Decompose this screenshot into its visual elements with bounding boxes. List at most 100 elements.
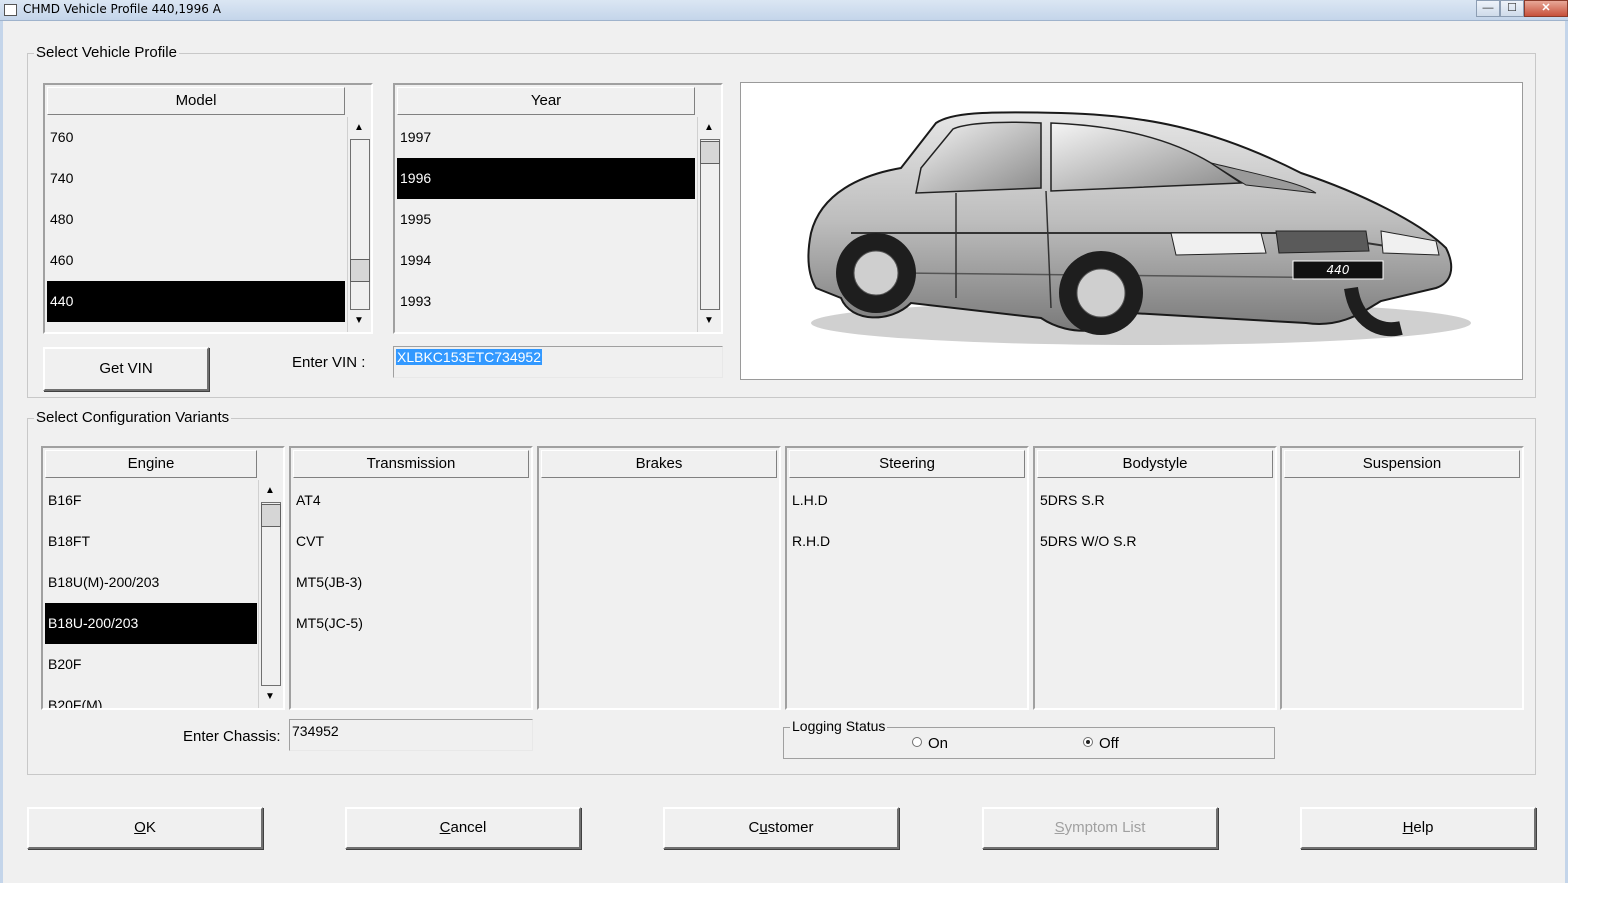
engine-scroll-track[interactable] — [261, 502, 281, 686]
brakes-listbox[interactable]: Brakes — [537, 446, 781, 710]
engine-header: Engine — [45, 450, 257, 478]
year-header: Year — [397, 87, 695, 115]
scroll-down-icon[interactable]: ▼ — [348, 310, 370, 332]
transmission-listbox[interactable]: Transmission AT4 CVT MT5(JB-3) MT5(JC-5) — [289, 446, 533, 710]
year-item-1996[interactable]: 1996 — [397, 158, 695, 199]
help-label: elp — [1413, 819, 1434, 836]
steering-item-rhd[interactable]: R.H.D — [789, 521, 1025, 562]
car-illustration: 440 — [807, 111, 1471, 345]
suspension-listbox[interactable]: Suspension — [1280, 446, 1524, 710]
customer-label: stomer — [767, 819, 814, 836]
year-scroll-thumb[interactable] — [700, 141, 720, 164]
vin-input[interactable]: XLBKC153ETC734952 — [393, 346, 723, 378]
window-title: CHMD Vehicle Profile 440,1996 A — [23, 2, 221, 16]
model-listbox[interactable]: Model 760 740 480 460 440 ▲ ▼ — [43, 83, 373, 334]
model-scroll-thumb[interactable] — [350, 259, 370, 282]
model-item-480[interactable]: 480 — [47, 199, 345, 240]
logging-status-legend: Logging Status — [790, 718, 888, 734]
logging-on-label: On — [928, 735, 949, 752]
cancel-mnemonic: C — [439, 819, 451, 836]
transmission-item-cvt[interactable]: CVT — [293, 521, 529, 562]
scroll-up-icon[interactable]: ▲ — [698, 117, 720, 139]
logging-off-label: Off — [1099, 735, 1119, 752]
model-item-760[interactable]: 760 — [47, 117, 345, 158]
scroll-down-icon[interactable]: ▼ — [259, 686, 281, 708]
year-scrollbar[interactable]: ▲ ▼ — [697, 117, 721, 332]
engine-list: B16F B18FT B18U(M)-200/203 B18U-200/203 … — [45, 480, 257, 708]
logging-off-radio[interactable]: Off — [1083, 735, 1119, 752]
get-vin-button[interactable]: Get VIN — [43, 347, 209, 391]
transmission-item-at4[interactable]: AT4 — [293, 480, 529, 521]
suspension-header: Suspension — [1284, 450, 1520, 478]
minimize-button[interactable]: — — [1476, 0, 1500, 17]
scroll-up-icon[interactable]: ▲ — [259, 480, 281, 502]
year-scroll-track[interactable] — [700, 139, 720, 310]
symptom-list-button[interactable]: Symptom List — [982, 807, 1218, 849]
vehicle-image: 440 — [740, 82, 1523, 380]
steering-list: L.H.D R.H.D — [789, 480, 1025, 562]
ok-label: K — [145, 819, 156, 836]
logging-on-radio[interactable]: On — [912, 735, 948, 752]
app-icon — [4, 4, 17, 16]
scroll-up-icon[interactable]: ▲ — [348, 117, 370, 139]
model-scrollbar[interactable]: ▲ ▼ — [347, 117, 371, 332]
bodystyle-item-5drs-sr[interactable]: 5DRS S.R — [1037, 480, 1273, 521]
model-item-740[interactable]: 740 — [47, 158, 345, 199]
engine-item-b20f[interactable]: B20F — [45, 644, 257, 685]
radio-checked-icon — [1083, 737, 1093, 748]
dialog-client-area: Select Vehicle Profile Model 760 740 480… — [0, 21, 1568, 883]
bodystyle-item-5drs-wo-sr[interactable]: 5DRS W/O S.R — [1037, 521, 1273, 562]
logging-status-group: Logging Status On Off — [783, 718, 1275, 759]
year-item-1994[interactable]: 1994 — [397, 240, 695, 281]
model-scroll-track[interactable] — [350, 139, 370, 310]
close-button[interactable]: ✕ — [1524, 0, 1568, 17]
engine-item-b18u[interactable]: B18U-200/203 — [45, 603, 257, 644]
symptom-list-label: ymptom List — [1064, 819, 1146, 836]
year-listbox[interactable]: Year 1997 1996 1995 1994 1993 ▲ ▼ — [393, 83, 723, 334]
steering-header: Steering — [789, 450, 1025, 478]
year-item-1997[interactable]: 1997 — [397, 117, 695, 158]
vehicle-profile-legend: Select Vehicle Profile — [34, 44, 179, 61]
maximize-button[interactable]: ☐ — [1500, 0, 1524, 17]
bodystyle-listbox[interactable]: Bodystyle 5DRS S.R 5DRS W/O S.R — [1033, 446, 1277, 710]
model-item-460[interactable]: 460 — [47, 240, 345, 281]
bodystyle-header: Bodystyle — [1037, 450, 1273, 478]
title-bar: CHMD Vehicle Profile 440,1996 A — ☐ ✕ — [0, 0, 1568, 21]
year-item-1995[interactable]: 1995 — [397, 199, 695, 240]
cancel-button[interactable]: Cancel — [345, 807, 581, 849]
engine-item-b20fm[interactable]: B20F(M) — [45, 685, 257, 708]
customer-mnemonic: u — [759, 819, 768, 836]
steering-item-lhd[interactable]: L.H.D — [789, 480, 1025, 521]
transmission-list: AT4 CVT MT5(JB-3) MT5(JC-5) — [293, 480, 529, 644]
steering-listbox[interactable]: Steering L.H.D R.H.D — [785, 446, 1029, 710]
engine-scroll-thumb[interactable] — [261, 504, 281, 527]
brakes-header: Brakes — [541, 450, 777, 478]
scroll-down-icon[interactable]: ▼ — [698, 310, 720, 332]
transmission-item-mt5-jc5[interactable]: MT5(JC-5) — [293, 603, 529, 644]
vin-value-selected: XLBKC153ETC734952 — [396, 349, 542, 365]
engine-item-b18um[interactable]: B18U(M)-200/203 — [45, 562, 257, 603]
help-button[interactable]: Help — [1300, 807, 1536, 849]
ok-button[interactable]: OK — [27, 807, 263, 849]
model-item-440[interactable]: 440 — [47, 281, 345, 322]
configuration-legend: Select Configuration Variants — [34, 409, 232, 426]
enter-vin-label: Enter VIN : — [292, 354, 366, 371]
cancel-label: ancel — [450, 819, 487, 836]
engine-listbox[interactable]: Engine B16F B18FT B18U(M)-200/203 B18U-2… — [41, 446, 285, 710]
year-item-1993[interactable]: 1993 — [397, 281, 695, 322]
transmission-item-mt5-jb3[interactable]: MT5(JB-3) — [293, 562, 529, 603]
customer-label-pre: C — [748, 819, 760, 836]
radio-circle-icon — [912, 737, 922, 748]
engine-scrollbar[interactable]: ▲ ▼ — [258, 480, 282, 708]
chassis-input[interactable]: 734952 — [289, 719, 533, 751]
window-controls: — ☐ ✕ — [1476, 0, 1568, 19]
ok-mnemonic: O — [134, 819, 146, 836]
customer-button[interactable]: Customer — [663, 807, 899, 849]
enter-chassis-label: Enter Chassis: — [183, 728, 281, 745]
model-header: Model — [47, 87, 345, 115]
year-list: 1997 1996 1995 1994 1993 — [397, 117, 695, 322]
engine-item-b16f[interactable]: B16F — [45, 480, 257, 521]
engine-item-b18ft[interactable]: B18FT — [45, 521, 257, 562]
transmission-header: Transmission — [293, 450, 529, 478]
car-badge-text: 440 — [1327, 263, 1350, 277]
